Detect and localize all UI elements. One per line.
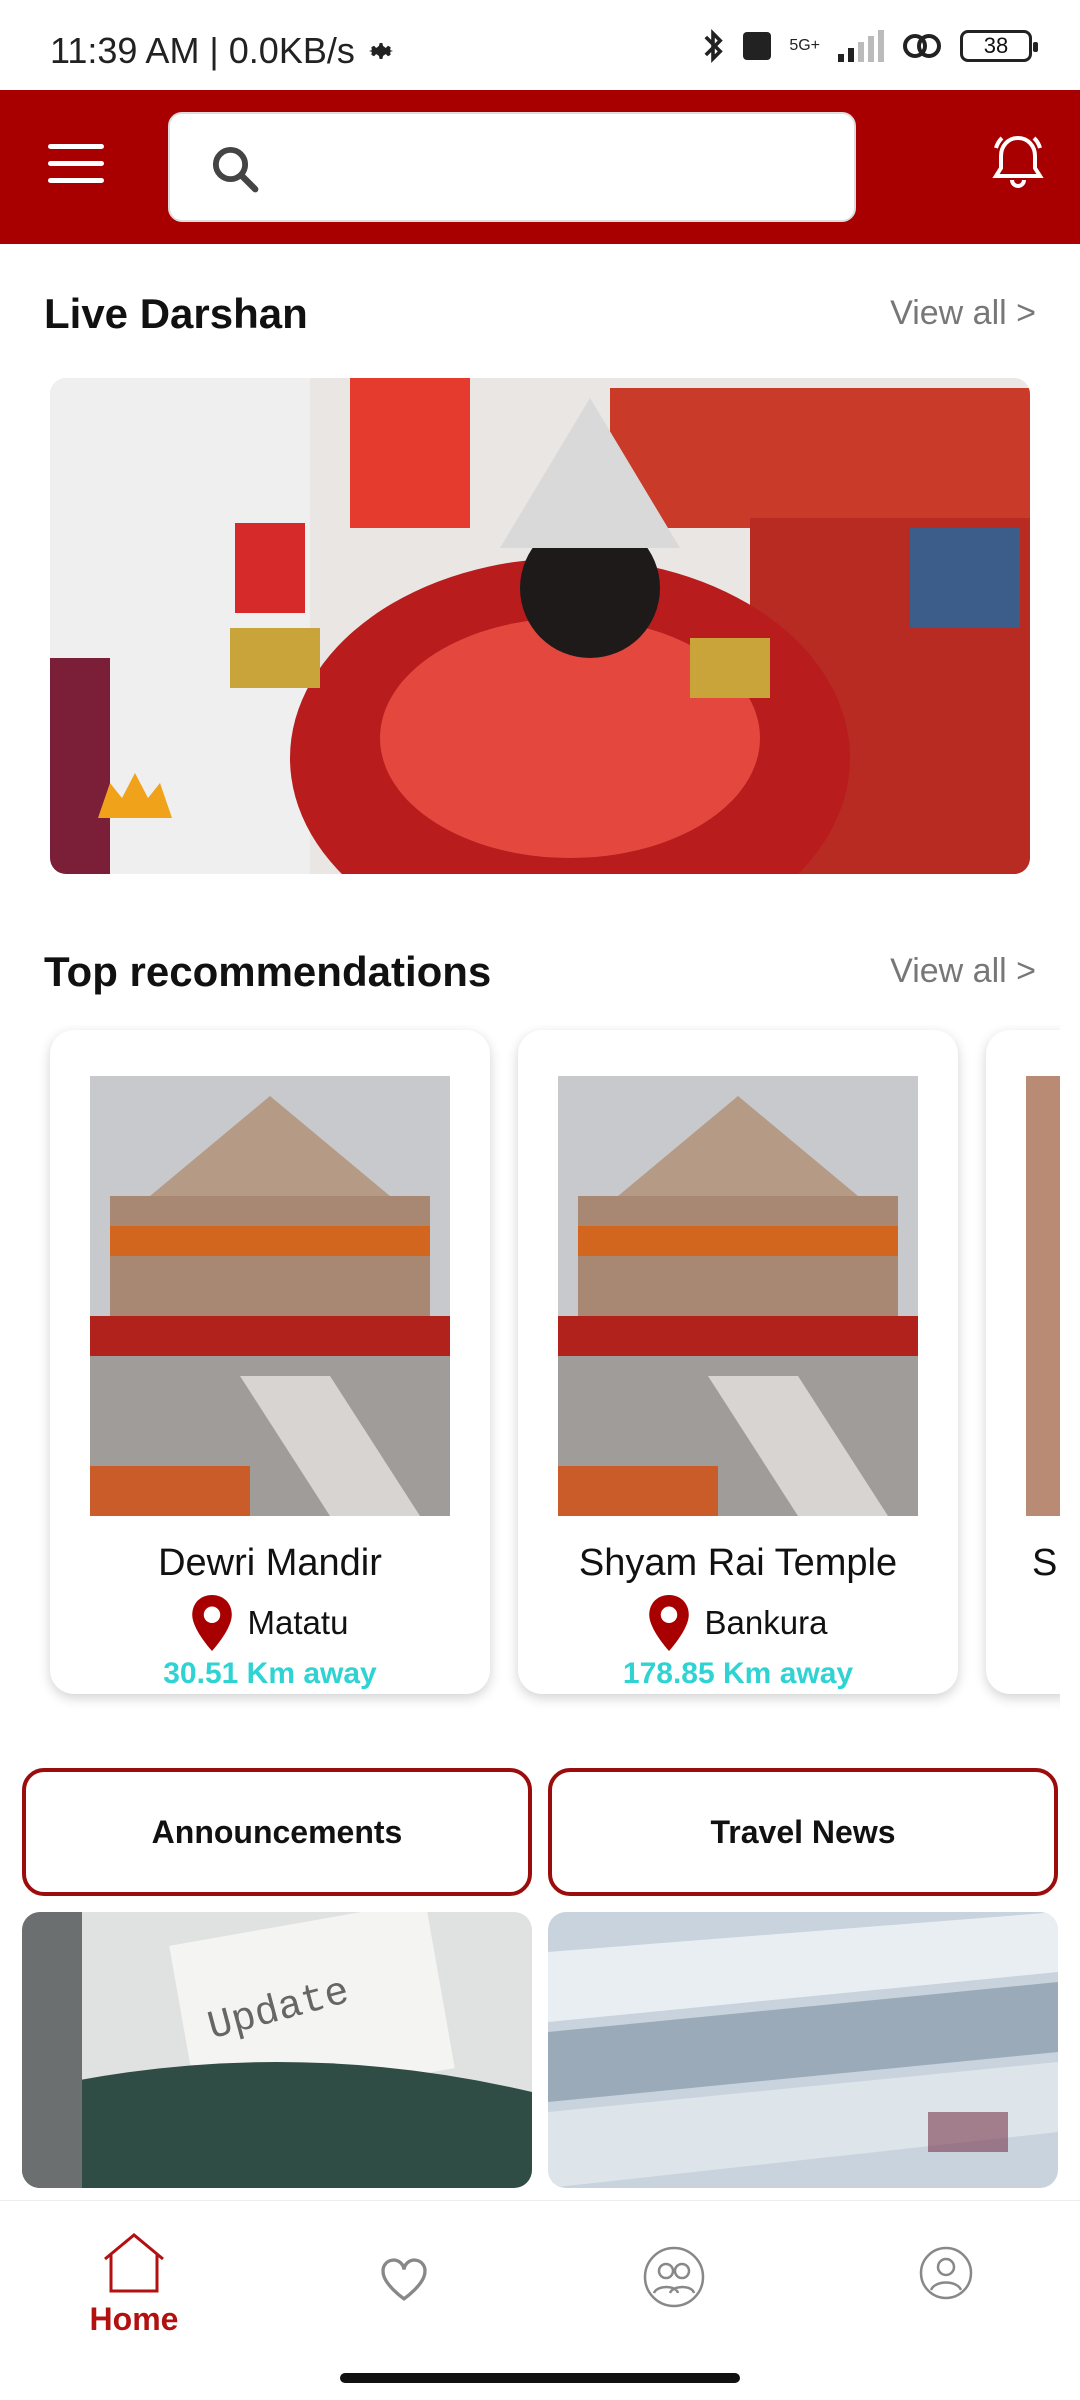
battery-icon: 38 bbox=[960, 30, 1038, 62]
temple-photo bbox=[1026, 1076, 1060, 1516]
recommendations-title: Top recommendations bbox=[44, 948, 492, 995]
bluetooth-icon bbox=[704, 29, 724, 63]
temple-photo bbox=[90, 1076, 450, 1516]
nav-home[interactable]: Home bbox=[54, 2231, 214, 2338]
location-pin-icon bbox=[191, 1595, 232, 1651]
live-darshan-video[interactable] bbox=[50, 378, 1030, 874]
recommendations-carousel[interactable]: Dewri Mandir Matatu 30.51 Km away Shyam … bbox=[0, 1025, 1060, 1725]
bottom-navigation: Home bbox=[0, 2200, 1080, 2400]
temple-distance: 178.85 Km away bbox=[622, 1657, 854, 1690]
temple-location: Matatu bbox=[50, 1595, 490, 1651]
temple-photo bbox=[558, 1076, 918, 1516]
travel-news-button[interactable]: Travel News bbox=[548, 1768, 1058, 1896]
bell-icon[interactable] bbox=[986, 130, 1050, 194]
profile-icon bbox=[919, 2246, 973, 2300]
heart-icon bbox=[381, 2258, 427, 2301]
nav-profile[interactable] bbox=[866, 2245, 1026, 2301]
announcements-image[interactable]: Update bbox=[22, 1912, 532, 2188]
temple-name: Dewri Mandir bbox=[158, 1542, 382, 1584]
search-input[interactable] bbox=[168, 112, 856, 222]
hotspot-link-icon bbox=[903, 34, 941, 58]
signal-icon bbox=[838, 30, 884, 62]
travel-news-image[interactable] bbox=[548, 1912, 1058, 2188]
temple-name: S bbox=[1032, 1542, 1058, 1584]
deity-image bbox=[50, 378, 1030, 874]
announcements-button[interactable]: Announcements bbox=[22, 1768, 532, 1896]
temple-location: Bankura bbox=[518, 1595, 958, 1651]
live-darshan-title: Live Darshan bbox=[44, 290, 308, 337]
network-label: 5G+ bbox=[789, 37, 820, 54]
settings-gear-icon bbox=[368, 43, 393, 59]
menu-icon[interactable] bbox=[48, 144, 104, 188]
status-icons: 5G+ 38 bbox=[701, 28, 1038, 64]
nav-home-label: Home bbox=[89, 2301, 179, 2337]
search-icon bbox=[212, 146, 259, 193]
status-bar: 11:39 AM | 0.0KB/s 5G+ 38 bbox=[0, 0, 1080, 90]
temple-card[interactable]: S bbox=[986, 1030, 1060, 1694]
gesture-bar bbox=[340, 2373, 740, 2383]
location-pin-icon bbox=[648, 1595, 689, 1651]
temple-distance: 30.51 Km away bbox=[163, 1657, 377, 1690]
temple-name: Shyam Rai Temple bbox=[578, 1542, 898, 1584]
status-time: 11:39 AM | 0.0KB/s bbox=[50, 30, 397, 72]
community-icon bbox=[643, 2246, 705, 2308]
temple-card[interactable]: Dewri Mandir Matatu 30.51 Km away bbox=[50, 1030, 490, 1694]
recommendations-view-all[interactable]: View all > bbox=[890, 952, 1036, 991]
home-icon bbox=[104, 2233, 164, 2293]
nav-community[interactable] bbox=[594, 2245, 754, 2309]
volte-icon bbox=[743, 32, 772, 60]
app-header bbox=[0, 90, 1080, 244]
live-darshan-view-all[interactable]: View all > bbox=[890, 294, 1036, 333]
nav-favorites[interactable] bbox=[324, 2257, 484, 2303]
temple-card[interactable]: Shyam Rai Temple Bankura 178.85 Km away bbox=[518, 1030, 958, 1694]
